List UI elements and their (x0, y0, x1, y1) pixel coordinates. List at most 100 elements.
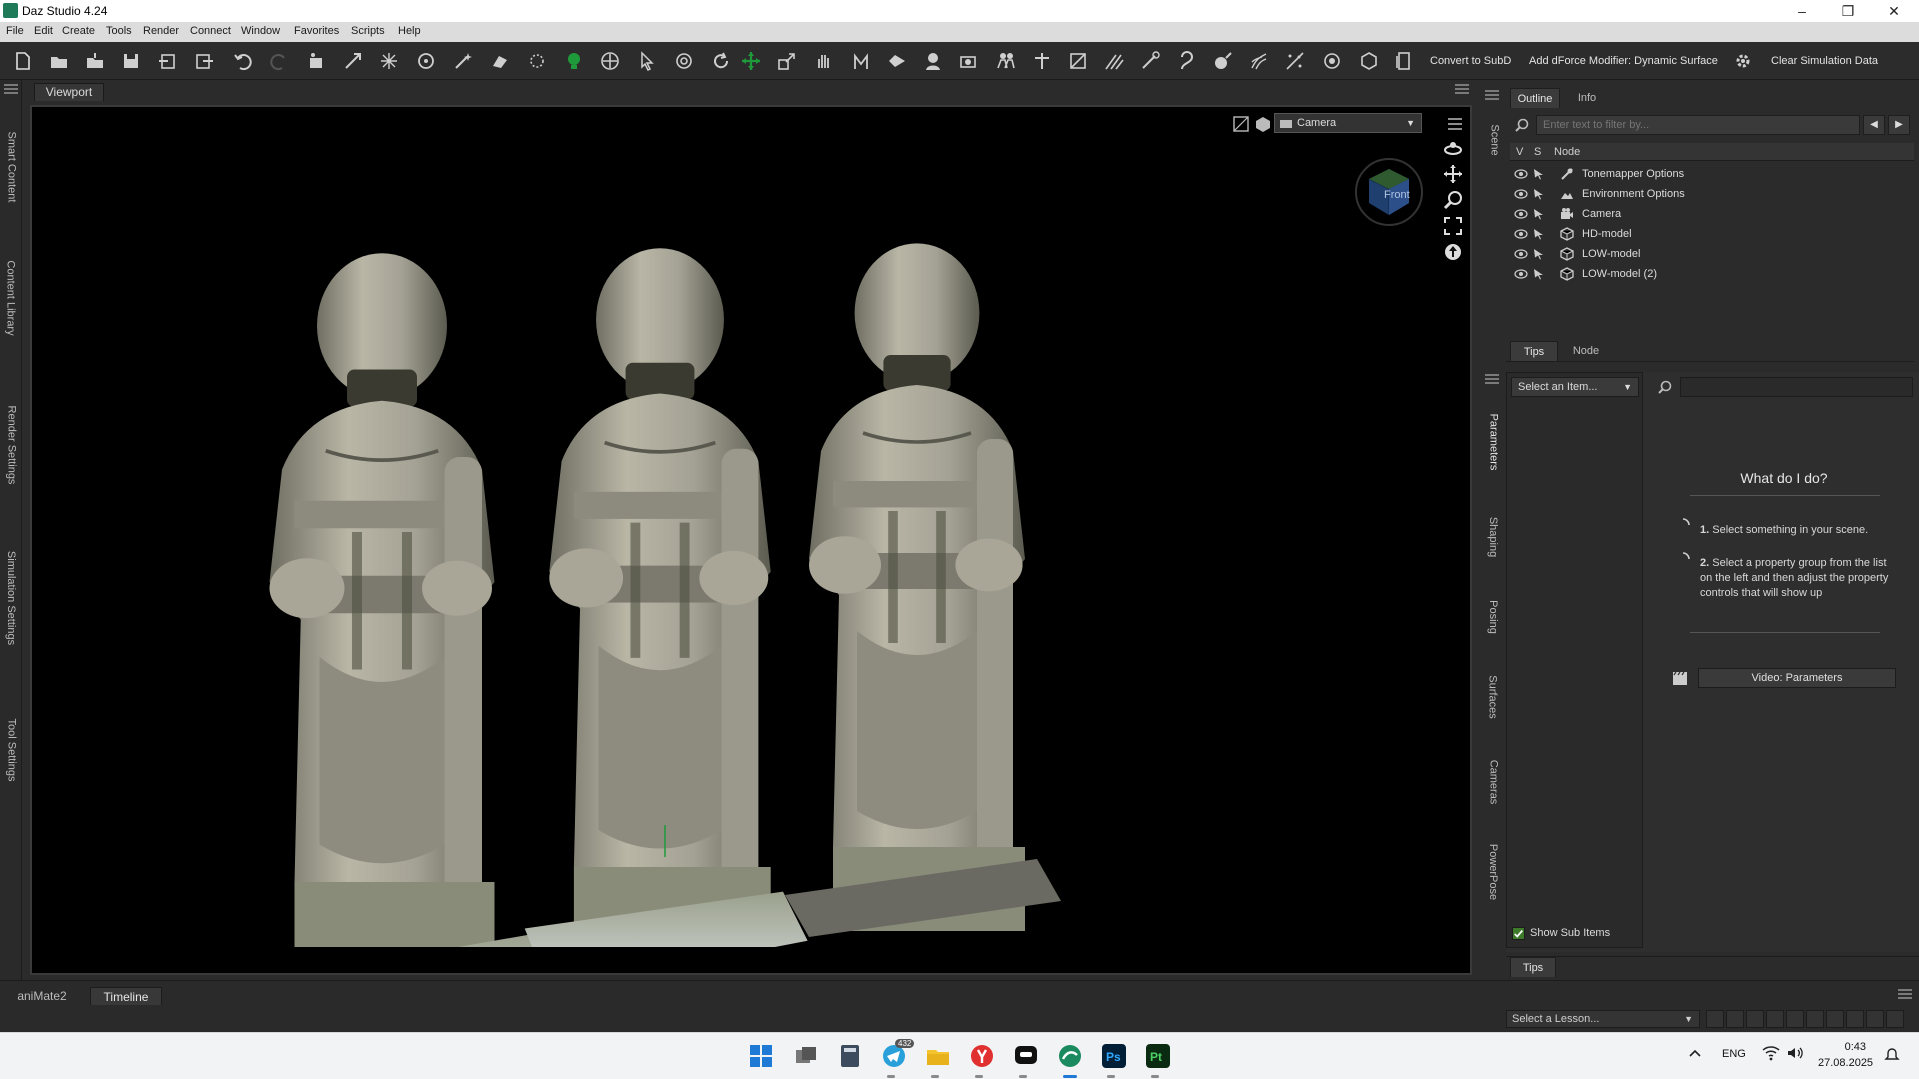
scale-icon[interactable] (776, 50, 798, 72)
scene-node-row[interactable]: Camera (1510, 204, 1914, 224)
convert-to-subd-button[interactable]: Convert to SubD (1430, 55, 1511, 67)
lesson-nav-button[interactable] (1706, 1010, 1724, 1028)
reset-view-icon[interactable] (1442, 241, 1464, 263)
tab-parameters[interactable]: Parameters (1482, 402, 1504, 482)
clock-time[interactable]: 0:43 (1818, 1041, 1866, 1053)
morph-icon[interactable] (850, 50, 872, 72)
brush-stroke-icon[interactable] (1103, 50, 1125, 72)
universal-arrow-icon[interactable] (342, 50, 364, 72)
volume-icon[interactable] (1786, 1045, 1804, 1064)
menu-help[interactable]: Help (398, 25, 421, 37)
tab-scene[interactable]: Scene (1484, 110, 1506, 170)
menu-render[interactable]: Render (143, 25, 179, 37)
wifi-icon[interactable] (1762, 1045, 1780, 1064)
simulation-gear-icon[interactable] (1732, 50, 1754, 72)
chevron-up-icon[interactable] (1688, 1047, 1702, 1064)
add-dforce-modifier-button[interactable]: Add dForce Modifier: Dynamic Surface (1529, 55, 1718, 67)
zoom-camera-icon[interactable] (1442, 189, 1464, 211)
scene-node-row[interactable]: Tonemapper Options (1510, 164, 1914, 184)
viewport-menu-icon[interactable] (1455, 84, 1469, 94)
select-item-dropdown[interactable]: Select an Item... ▼ (1511, 377, 1639, 397)
windows-start-icon[interactable] (748, 1043, 774, 1069)
select-arrow-icon[interactable] (1532, 188, 1546, 200)
eye-icon[interactable] (1514, 268, 1528, 280)
redo-icon[interactable] (268, 50, 290, 72)
menu-tools[interactable]: Tools (106, 25, 132, 37)
tab-powerpose[interactable]: PowerPose (1482, 832, 1504, 912)
eye-icon[interactable] (1514, 248, 1528, 260)
light-bulb-icon[interactable] (563, 50, 585, 72)
minimize-icon[interactable]: – (1779, 0, 1825, 22)
substance-painter-icon[interactable]: Pt (1145, 1043, 1171, 1069)
select-arrow-icon[interactable] (1532, 268, 1546, 280)
region-select-icon[interactable] (526, 50, 548, 72)
scene-node-row[interactable]: Environment Options (1510, 184, 1914, 204)
calculator-icon[interactable] (837, 1043, 863, 1069)
magic-wand-icon[interactable] (452, 50, 474, 72)
lesson-nav-button[interactable] (1806, 1010, 1824, 1028)
lesson-nav-button[interactable] (1786, 1010, 1804, 1028)
node-selection-icon[interactable] (305, 50, 327, 72)
tab-shaping[interactable]: Shaping (1482, 502, 1504, 572)
menu-favorites[interactable]: Favorites (294, 25, 339, 37)
close-icon[interactable]: ✕ (1871, 0, 1917, 22)
tab-render-settings[interactable]: Render Settings (0, 380, 22, 510)
menu-file[interactable]: File (6, 25, 24, 37)
undo-icon[interactable] (232, 50, 254, 72)
figure-head-icon[interactable] (922, 50, 944, 72)
select-arrow-icon[interactable] (1532, 228, 1546, 240)
column-visible[interactable]: V (1516, 146, 1523, 158)
select-arrow-icon[interactable] (1532, 168, 1546, 180)
tab-tips[interactable]: Tips (1510, 341, 1558, 361)
notifications-bell-icon[interactable] (1884, 1047, 1900, 1066)
left-dock-menu-icon[interactable] (4, 84, 18, 94)
bottom-dock-menu-icon[interactable] (1898, 989, 1912, 999)
scene-node-row[interactable]: HD-model (1510, 224, 1914, 244)
column-selectable[interactable]: S (1534, 146, 1541, 158)
tab-surfaces[interactable]: Surfaces (1482, 662, 1504, 732)
lesson-nav-button[interactable] (1746, 1010, 1764, 1028)
restore-icon[interactable]: ❐ (1825, 0, 1871, 22)
menu-window[interactable]: Window (241, 25, 280, 37)
tab-tool-settings[interactable]: Tool Settings (0, 690, 22, 810)
dforce-modifier-icon[interactable] (1358, 50, 1380, 72)
video-parameters-button[interactable]: Video: Parameters (1698, 668, 1896, 688)
joint-icon[interactable] (1031, 50, 1053, 72)
scene-node-row[interactable]: LOW-model (2) (1510, 264, 1914, 284)
param-search-input[interactable] (1680, 377, 1913, 397)
language-indicator[interactable]: ENG (1722, 1048, 1746, 1060)
select-arrow-icon[interactable] (1532, 208, 1546, 220)
task-view-icon[interactable] (793, 1043, 819, 1069)
eye-icon[interactable] (1514, 208, 1528, 220)
daz-studio-taskbar-icon[interactable] (1057, 1043, 1083, 1069)
new-file-icon[interactable] (12, 50, 34, 72)
camera-add-icon[interactable] (958, 50, 980, 72)
pan-camera-icon[interactable] (1442, 163, 1464, 185)
rotate-icon[interactable] (710, 50, 732, 72)
figure-group-icon[interactable] (995, 50, 1017, 72)
photoshop-icon[interactable]: Ps (1101, 1043, 1127, 1069)
filter-prev-arrow-icon[interactable]: ◀ (1863, 115, 1885, 135)
eye-icon[interactable] (1514, 188, 1528, 200)
tab-content-library[interactable]: Content Library (0, 230, 22, 365)
telegram-icon[interactable]: 432 (881, 1039, 915, 1069)
scene-filter-input[interactable] (1536, 115, 1860, 135)
tab-viewport[interactable]: Viewport (34, 83, 104, 101)
hair-icon[interactable] (1248, 50, 1270, 72)
lesson-nav-button[interactable] (1886, 1010, 1904, 1028)
geometry-edit-icon[interactable] (489, 50, 511, 72)
rigging-icon[interactable] (1176, 50, 1198, 72)
tab-tips-bottom[interactable]: Tips (1510, 957, 1556, 977)
tab-simulation-settings[interactable]: Simulation Settings (0, 515, 22, 680)
eye-icon[interactable] (1514, 228, 1528, 240)
tab-outline[interactable]: Outline (1510, 88, 1560, 108)
chat-app-icon[interactable] (1013, 1043, 1039, 1069)
eye-icon[interactable] (1514, 168, 1528, 180)
preview-cube-icon[interactable] (1254, 115, 1272, 133)
tab-cameras[interactable]: Cameras (1482, 742, 1504, 822)
lesson-nav-button[interactable] (1826, 1010, 1844, 1028)
yandex-browser-icon[interactable] (969, 1043, 995, 1069)
navigation-cube[interactable]: Front (1354, 157, 1424, 227)
viewport-options-icon[interactable] (1446, 115, 1464, 133)
clear-simulation-button[interactable]: Clear Simulation Data (1771, 55, 1878, 67)
